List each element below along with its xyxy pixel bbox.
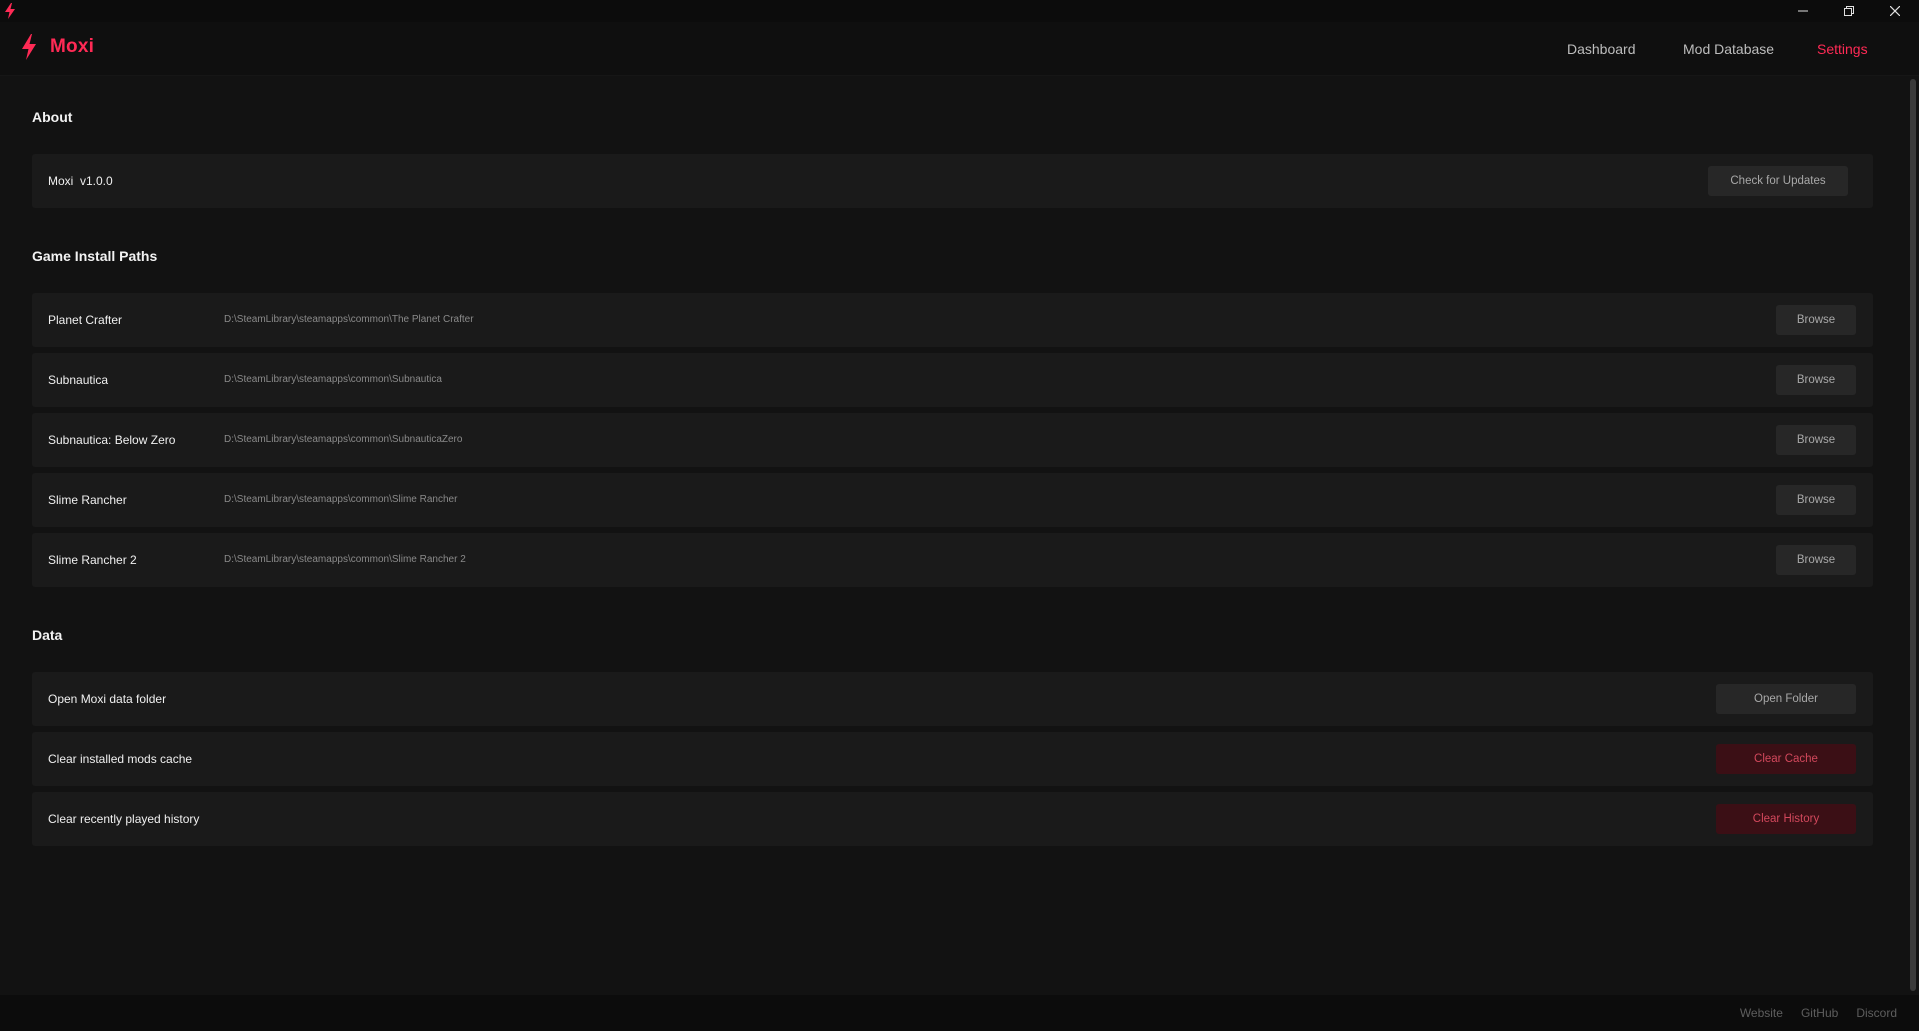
about-section-title: About [32,109,73,125]
nav-dashboard[interactable]: Dashboard [1567,22,1677,76]
game-path: D:\SteamLibrary\steamapps\common\Slime R… [224,554,466,565]
minimize-window-button[interactable] [1780,0,1826,22]
game-name: Planet Crafter [48,313,123,327]
close-window-button[interactable] [1872,0,1918,22]
brand-logo[interactable]: Moxi [20,34,94,60]
app-header: Moxi Dashboard Mod Database Settings [0,22,1919,76]
footer-website-link[interactable]: Website [1740,1006,1783,1020]
open-data-folder-label: Open Moxi data folder [48,692,167,706]
browse-button[interactable]: Browse [1776,425,1856,455]
scrollbar-thumb[interactable] [1910,79,1916,991]
settings-page: About Moxi v1.0.0 Check for Updates Game… [0,77,1907,995]
game-path-row: Planet Crafter D:\SteamLibrary\steamapps… [32,293,1873,347]
footer-discord-link[interactable]: Discord [1856,1006,1897,1020]
app-footer: Website GitHub Discord [0,995,1919,1031]
game-path: D:\SteamLibrary\steamapps\common\Subnaut… [224,374,442,385]
open-folder-button[interactable]: Open Folder [1716,684,1856,714]
nav-mod-database[interactable]: Mod Database [1683,22,1803,76]
game-path: D:\SteamLibrary\steamapps\common\The Pla… [224,314,474,325]
game-path-row: Subnautica D:\SteamLibrary\steamapps\com… [32,353,1873,407]
minimize-icon [1798,10,1808,12]
game-name: Slime Rancher 2 [48,553,137,567]
browse-button[interactable]: Browse [1776,365,1856,395]
open-data-folder-row: Open Moxi data folder Open Folder [32,672,1873,726]
game-name: Subnautica: Below Zero [48,433,176,447]
check-updates-button[interactable]: Check for Updates [1708,166,1848,196]
restore-icon [1844,6,1854,16]
game-path-row: Slime Rancher 2 D:\SteamLibrary\steamapp… [32,533,1873,587]
clear-cache-row: Clear installed mods cache Clear Cache [32,732,1873,786]
scrollbar[interactable] [1907,77,1919,995]
window-titlebar [0,0,1919,22]
clear-history-button[interactable]: Clear History [1716,804,1856,834]
clear-cache-button[interactable]: Clear Cache [1716,744,1856,774]
game-path-row: Slime Rancher D:\SteamLibrary\steamapps\… [32,473,1873,527]
clear-history-label: Clear recently played history [48,812,200,826]
game-name: Subnautica [48,373,109,387]
game-path-row: Subnautica: Below Zero D:\SteamLibrary\s… [32,413,1873,467]
brand-name: Moxi [50,36,95,57]
restore-window-button[interactable] [1826,0,1872,22]
about-row: Moxi v1.0.0 Check for Updates [32,154,1873,208]
game-path: D:\SteamLibrary\steamapps\common\Slime R… [224,494,458,505]
close-icon [1890,6,1900,16]
app-lightning-icon [5,3,15,19]
browse-button[interactable]: Browse [1776,305,1856,335]
clear-history-row: Clear recently played history Clear Hist… [32,792,1873,846]
browse-button[interactable]: Browse [1776,485,1856,515]
lightning-bolt-icon [22,34,36,60]
footer-github-link[interactable]: GitHub [1801,1006,1838,1020]
nav-settings[interactable]: Settings [1817,22,1887,76]
version-label: Moxi v1.0.0 [48,174,113,188]
paths-section-title: Game Install Paths [32,248,158,264]
browse-button[interactable]: Browse [1776,545,1856,575]
data-section-title: Data [32,627,63,643]
game-name: Slime Rancher [48,493,127,507]
game-path: D:\SteamLibrary\steamapps\common\Subnaut… [224,434,463,445]
clear-cache-label: Clear installed mods cache [48,752,193,766]
footer-links: Website GitHub Discord [1740,995,1897,1031]
